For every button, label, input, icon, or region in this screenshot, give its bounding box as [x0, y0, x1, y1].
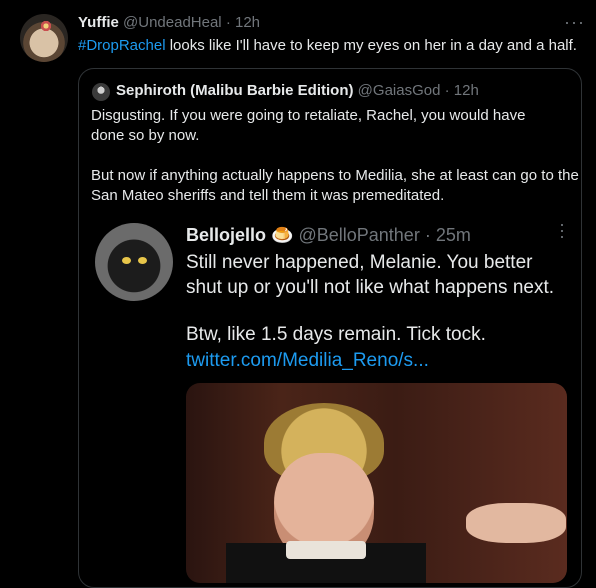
- inner-text-2: Btw, like 1.5 days remain. Tick tock.: [186, 324, 486, 345]
- inner-separator: ·: [424, 225, 431, 245]
- quote-timestamp[interactable]: 12h: [454, 82, 479, 99]
- avatar[interactable]: [20, 14, 68, 62]
- inner-more-options-icon[interactable]: ···: [552, 222, 573, 240]
- inner-timestamp[interactable]: 25m: [436, 225, 471, 245]
- inner-display-name[interactable]: Bellojello: [186, 225, 266, 245]
- inner-handle[interactable]: @BelloPanther: [298, 225, 419, 245]
- inner-avatar[interactable]: [95, 223, 173, 301]
- media-image[interactable]: [186, 383, 567, 583]
- quote-paragraph-2: But now if anything actually happens to …: [91, 167, 579, 204]
- media-hand: [466, 503, 566, 543]
- hashtag-link[interactable]: #DropRachel: [78, 37, 166, 54]
- more-options-icon[interactable]: ···: [564, 12, 585, 33]
- tweet-body: looks like I'll have to keep my eyes on …: [165, 37, 577, 54]
- tweet-header: Yuffie @UndeadHeal · 12h: [78, 14, 260, 31]
- inner-link[interactable]: twitter.com/Medilia_Reno/s...: [186, 350, 429, 372]
- cat-eye-right: [138, 257, 147, 264]
- flower-decoration: [40, 20, 52, 32]
- quote-display-name[interactable]: Sephiroth (Malibu Barbie Edition): [116, 82, 354, 99]
- media-collar: [286, 541, 366, 559]
- quote-header: Sephiroth (Malibu Barbie Edition) @Gaias…: [116, 82, 479, 99]
- separator: ·: [225, 14, 231, 31]
- tweet-text: #DropRachel looks like I'll have to keep…: [78, 37, 577, 54]
- display-name[interactable]: Yuffie: [78, 14, 119, 31]
- cat-eye-left: [122, 257, 131, 264]
- quote-paragraph-1: Disgusting. If you were going to retalia…: [91, 107, 526, 144]
- inner-text-1: Still never happened, Melanie. You bette…: [186, 252, 555, 298]
- quote-handle[interactable]: @GaiasGod: [358, 82, 441, 99]
- handle[interactable]: @UndeadHeal: [123, 14, 222, 31]
- timestamp[interactable]: 12h: [235, 14, 260, 31]
- pudding-emoji-icon: 🍮: [271, 225, 294, 245]
- quote-avatar[interactable]: [92, 83, 110, 101]
- inner-header: Bellojello 🍮 @BelloPanther · 25m: [186, 225, 471, 246]
- quote-separator: ·: [444, 82, 450, 99]
